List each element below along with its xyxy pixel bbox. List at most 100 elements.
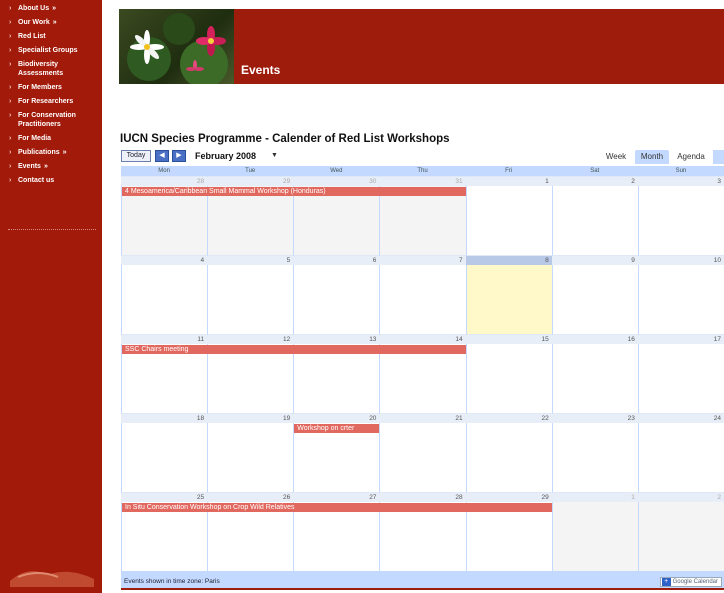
day-header: Wed <box>330 168 343 174</box>
day-cell[interactable] <box>551 413 638 492</box>
day-cell[interactable] <box>551 176 638 255</box>
bullet-icon: › <box>9 84 12 91</box>
tab-week[interactable]: Week <box>600 150 632 164</box>
sidebar-item-label: Specialist Groups <box>18 47 78 54</box>
sidebar-item-label: Biodiversity Assessments <box>18 61 64 77</box>
day-cell[interactable] <box>637 176 724 255</box>
sidebar-item[interactable]: › Publications» <box>0 147 102 158</box>
sidebar-item[interactable]: › Events» <box>0 161 102 172</box>
calendar-event[interactable]: Workshop on crter <box>294 424 380 433</box>
day-number[interactable]: 27 <box>293 493 380 502</box>
day-number[interactable]: 2 <box>637 493 724 502</box>
day-cell[interactable] <box>207 255 294 334</box>
day-number[interactable]: 3 <box>637 177 724 186</box>
day-number[interactable]: 8 <box>465 256 552 265</box>
day-number[interactable]: 10 <box>637 256 724 265</box>
day-number[interactable]: 9 <box>551 256 638 265</box>
day-number[interactable]: 28 <box>121 177 208 186</box>
day-number[interactable]: 5 <box>207 256 294 265</box>
bullet-icon: › <box>9 33 12 40</box>
day-number[interactable]: 31 <box>379 177 466 186</box>
calendar-event[interactable]: 4 Mesoamerica/Caribbean Small Mammal Wor… <box>122 187 466 196</box>
day-cell[interactable] <box>207 413 294 492</box>
day-cell[interactable] <box>379 255 466 334</box>
day-number[interactable]: 6 <box>293 256 380 265</box>
page-title: Events <box>241 63 281 77</box>
day-number[interactable]: 16 <box>551 335 638 344</box>
day-number[interactable]: 11 <box>121 335 208 344</box>
day-number[interactable]: 4 <box>121 256 208 265</box>
sidebar-item[interactable]: › For Media <box>0 133 102 144</box>
chevron-right-icon: » <box>52 19 57 26</box>
day-cell[interactable] <box>637 334 724 413</box>
day-cell[interactable] <box>551 492 638 571</box>
day-number[interactable]: 26 <box>207 493 294 502</box>
day-cell[interactable] <box>637 255 724 334</box>
sidebar-item-label: About Us <box>18 5 50 12</box>
day-number[interactable]: 1 <box>465 177 552 186</box>
calendar-event[interactable]: SSC Chairs meeting <box>122 345 466 354</box>
month-dropdown-icon[interactable]: ▼ <box>271 150 278 162</box>
next-month-icon[interactable]: ▶ <box>172 150 186 162</box>
sidebar-item[interactable]: › Biodiversity Assessments <box>0 59 102 79</box>
day-number[interactable]: 7 <box>379 256 466 265</box>
sidebar-item[interactable]: › About Us» <box>0 3 102 14</box>
day-number[interactable]: 12 <box>207 335 294 344</box>
day-cell[interactable] <box>465 176 552 255</box>
day-number[interactable]: 24 <box>637 414 724 423</box>
sidebar-item[interactable]: › Our Work» <box>0 17 102 28</box>
day-cell[interactable] <box>465 334 552 413</box>
sidebar-item[interactable]: › Red List <box>0 31 102 42</box>
day-number[interactable]: 22 <box>465 414 552 423</box>
today-button[interactable]: Today <box>121 150 151 162</box>
chevron-right-icon: » <box>43 163 48 170</box>
day-cell[interactable] <box>379 413 466 492</box>
sidebar-item[interactable]: › Contact us <box>0 175 102 186</box>
day-cell[interactable] <box>121 255 208 334</box>
tab-month[interactable]: Month <box>635 150 669 164</box>
day-number[interactable]: 28 <box>379 493 466 502</box>
day-number[interactable]: 18 <box>121 414 208 423</box>
more-views-icon[interactable] <box>713 150 724 164</box>
day-header: Sat <box>590 168 600 174</box>
day-cell[interactable] <box>637 413 724 492</box>
day-number[interactable]: 20 <box>293 414 380 423</box>
header-flower-image <box>119 9 234 88</box>
day-number[interactable]: 17 <box>637 335 724 344</box>
day-cell[interactable] <box>465 255 552 334</box>
day-number[interactable]: 30 <box>293 177 380 186</box>
bullet-icon: › <box>9 177 12 184</box>
sidebar-item-label: For Conservation Practitioners <box>18 112 76 128</box>
day-cell[interactable] <box>637 492 724 571</box>
bullet-icon: › <box>9 98 12 105</box>
day-number[interactable]: 21 <box>379 414 466 423</box>
sidebar-item[interactable]: › Specialist Groups <box>0 45 102 56</box>
day-cell[interactable] <box>121 413 208 492</box>
day-number[interactable]: 1 <box>551 493 638 502</box>
prev-month-icon[interactable]: ◀ <box>155 150 169 162</box>
sidebar-item-label: Our Work <box>18 19 50 26</box>
sidebar-item[interactable]: › For Researchers <box>0 96 102 107</box>
day-number[interactable]: 25 <box>121 493 208 502</box>
day-number[interactable]: 2 <box>551 177 638 186</box>
sidebar-item[interactable]: › For Members <box>0 82 102 93</box>
day-cell[interactable] <box>551 334 638 413</box>
tab-agenda[interactable]: Agenda <box>672 150 710 164</box>
day-number[interactable]: 15 <box>465 335 552 344</box>
google-calendar-button[interactable]: + Google Calendar <box>659 577 722 587</box>
bullet-icon: › <box>9 47 12 54</box>
day-number[interactable]: 29 <box>465 493 552 502</box>
day-number[interactable]: 23 <box>551 414 638 423</box>
day-header: Sun <box>675 168 687 174</box>
day-cell[interactable] <box>293 255 380 334</box>
calendar-event[interactable]: In Situ Conservation Workshop on Crop Wi… <box>122 503 552 512</box>
timezone-text: Events shown in time zone: Paris <box>124 578 220 585</box>
day-number[interactable]: 29 <box>207 177 294 186</box>
day-number[interactable]: 19 <box>207 414 294 423</box>
day-cell[interactable] <box>551 255 638 334</box>
day-number[interactable]: 14 <box>379 335 466 344</box>
day-cell[interactable] <box>465 413 552 492</box>
sidebar-item-label: Contact us <box>18 177 55 184</box>
sidebar-item[interactable]: › For Conservation Practitioners <box>0 110 102 130</box>
day-number[interactable]: 13 <box>293 335 380 344</box>
